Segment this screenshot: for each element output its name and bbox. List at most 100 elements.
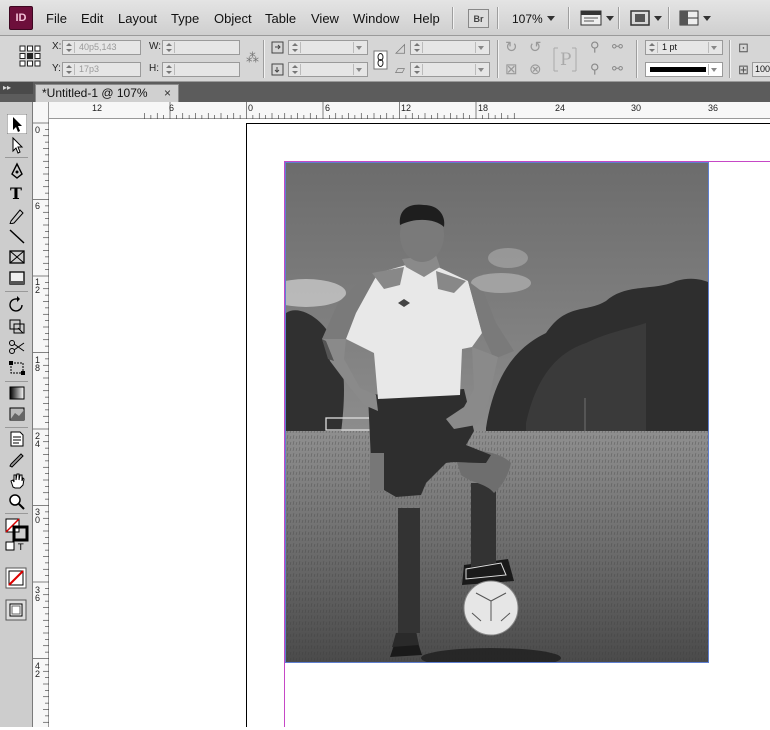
auto-fit-icon[interactable]: ⊞ [738, 63, 749, 76]
ruler-label: 18 [478, 103, 489, 113]
rotate-ccw-icon[interactable]: ↺ [529, 40, 542, 55]
rotation-stepper-icon[interactable] [412, 42, 423, 53]
formatting-container-icon[interactable]: T [5, 540, 29, 552]
vertical-ruler-ticks [33, 122, 49, 723]
menu-file[interactable]: File [46, 11, 67, 26]
line-tool-icon[interactable] [7, 227, 27, 245]
screen-mode-icon[interactable] [630, 10, 650, 26]
toolbox-collapse-handle[interactable]: ▸▸ [0, 82, 33, 94]
menu-window[interactable]: Window [353, 11, 399, 26]
flip-vertical-icon[interactable]: ⊗ [529, 62, 542, 77]
height-stepper-icon[interactable] [164, 64, 175, 75]
menu-object[interactable]: Object [214, 11, 252, 26]
close-document-icon[interactable]: × [164, 85, 171, 102]
constrain-scale-link-icon[interactable] [373, 50, 388, 70]
screen-mode-caret-icon[interactable] [654, 16, 662, 21]
control-separator [729, 40, 730, 78]
apply-none-icon[interactable] [5, 567, 27, 589]
rotate-cw-icon[interactable]: ↻ [505, 40, 518, 55]
free-transform-tool-icon[interactable] [7, 359, 27, 377]
eyedropper-tool-icon[interactable] [7, 451, 27, 469]
stroke-weight-field[interactable]: 1 pt [645, 40, 723, 55]
flip-horizontal-icon[interactable]: ⊠ [505, 62, 518, 77]
menu-help[interactable]: Help [413, 11, 440, 26]
view-options-caret-icon[interactable] [606, 16, 614, 21]
selection-tool-icon[interactable] [7, 114, 27, 134]
hand-tool-icon[interactable] [7, 471, 27, 489]
shear-stepper-icon[interactable] [412, 64, 423, 75]
scale-y-icon [271, 63, 284, 76]
y-stepper-icon[interactable] [64, 64, 75, 75]
scale-y-stepper-icon[interactable] [290, 64, 301, 75]
scale-x-field[interactable] [288, 40, 368, 55]
select-previous-object-icon[interactable]: ⚯ [612, 40, 623, 53]
rotation-dropdown-icon[interactable] [475, 42, 487, 53]
shear-dropdown-icon[interactable] [475, 64, 487, 75]
y-position-field[interactable]: 17p3 [62, 62, 141, 77]
vertical-ruler[interactable]: 0 6 1 2 1 8 2 4 3 0 3 6 4 2 [33, 102, 49, 727]
select-container-icon[interactable]: ⚲ [590, 40, 600, 53]
stroke-type-field[interactable] [645, 62, 723, 77]
scale-y-dropdown-icon[interactable] [353, 64, 365, 75]
width-field[interactable] [162, 40, 240, 55]
gradient-feather-tool-icon[interactable] [7, 405, 27, 423]
zoom-tool-icon[interactable] [7, 492, 27, 510]
ruler-label: 4 2 [35, 661, 41, 679]
rectangle-frame-tool-icon[interactable] [7, 248, 27, 266]
rotate-tool-icon[interactable] [7, 296, 27, 314]
arrange-documents-caret-icon[interactable] [703, 16, 711, 21]
menu-layout[interactable]: Layout [118, 11, 157, 26]
fill-stroke-swatch-icon[interactable] [5, 518, 29, 542]
constrain-proportions-icon[interactable]: ⁂ [246, 51, 259, 64]
rotation-angle-field[interactable] [410, 40, 490, 55]
reference-value-field[interactable]: 100 [752, 62, 770, 77]
scissors-tool-icon[interactable] [7, 338, 27, 356]
horizontal-ruler[interactable]: 12 6 0 6 12 18 24 30 36 [49, 102, 770, 119]
menu-separator [668, 7, 669, 29]
width-stepper-icon[interactable] [164, 42, 175, 53]
note-tool-icon[interactable] [7, 430, 27, 448]
pencil-tool-icon[interactable] [7, 206, 27, 224]
menu-edit[interactable]: Edit [81, 11, 103, 26]
stroke-type-dropdown-icon[interactable] [708, 64, 720, 75]
placed-image-frame[interactable] [285, 162, 709, 663]
stroke-weight-stepper-icon[interactable] [647, 42, 658, 53]
select-next-object-icon[interactable]: ⚯ [612, 62, 623, 75]
bridge-button[interactable]: Br [468, 9, 489, 28]
scale-y-field[interactable] [288, 62, 368, 77]
menu-type[interactable]: Type [171, 11, 199, 26]
shear-angle-field[interactable] [410, 62, 490, 77]
scale-tool-icon[interactable] [7, 317, 27, 335]
stroke-weight-dropdown-icon[interactable] [708, 42, 720, 53]
scale-x-stepper-icon[interactable] [290, 42, 301, 53]
zoom-dropdown-caret-icon[interactable] [547, 16, 555, 21]
menu-view[interactable]: View [311, 11, 339, 26]
view-options-icon[interactable] [580, 10, 602, 26]
menu-separator [618, 7, 619, 29]
select-content-icon[interactable]: ⚲ [590, 62, 600, 75]
x-stepper-icon[interactable] [64, 42, 75, 53]
scale-x-dropdown-icon[interactable] [353, 42, 365, 53]
tool-separator [5, 157, 28, 158]
reference-value: 100 [755, 64, 770, 74]
gradient-tool-icon[interactable] [7, 384, 27, 402]
ruler-label: 3 6 [35, 585, 41, 603]
direct-selection-tool-icon[interactable] [7, 136, 27, 154]
ruler-label: 6 [35, 201, 41, 211]
reference-point-icon[interactable] [19, 45, 41, 67]
ruler-label: 30 [631, 103, 642, 113]
document-tab[interactable]: *Untitled-1 @ 107% × [35, 84, 179, 102]
menu-bar: ID File Edit Layout Type Object Table Vi… [0, 0, 770, 36]
type-tool-icon[interactable]: T [7, 184, 27, 202]
zoom-level[interactable]: 107% [512, 12, 543, 26]
arrange-documents-icon[interactable] [679, 10, 699, 26]
menu-table[interactable]: Table [265, 11, 296, 26]
pen-tool-icon[interactable] [7, 162, 27, 180]
x-position-field[interactable]: 40p5,143 [62, 40, 141, 55]
document-tab-title: *Untitled-1 @ 107% [42, 86, 148, 100]
rectangle-tool-icon[interactable] [7, 269, 27, 287]
fit-content-icon[interactable]: ⊡ [738, 41, 749, 54]
ruler-label: 0 [35, 125, 41, 135]
screen-mode-normal-icon[interactable] [5, 599, 27, 621]
height-field[interactable] [162, 62, 240, 77]
